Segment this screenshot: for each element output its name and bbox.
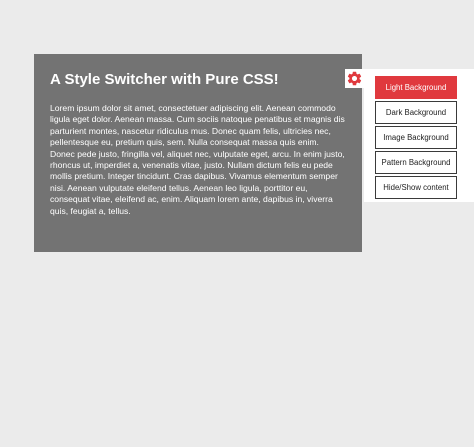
gear-icon <box>346 70 363 87</box>
pattern-background-button[interactable]: Pattern Background <box>375 151 457 174</box>
page-title: A Style Switcher with Pure CSS! <box>50 71 279 88</box>
image-background-button[interactable]: Image Background <box>375 126 457 149</box>
content-box: A Style Switcher with Pure CSS! Lorem ip… <box>34 54 362 252</box>
style-switcher-toggle[interactable] <box>345 69 364 88</box>
content-paragraph: Lorem ipsum dolor sit amet, consectetuer… <box>50 103 345 216</box>
light-background-button[interactable]: Light Background <box>375 76 457 99</box>
style-switcher-panel: Light Background Dark Background Image B… <box>364 69 474 202</box>
hide-show-content-button[interactable]: Hide/Show content <box>375 176 457 199</box>
dark-background-button[interactable]: Dark Background <box>375 101 457 124</box>
